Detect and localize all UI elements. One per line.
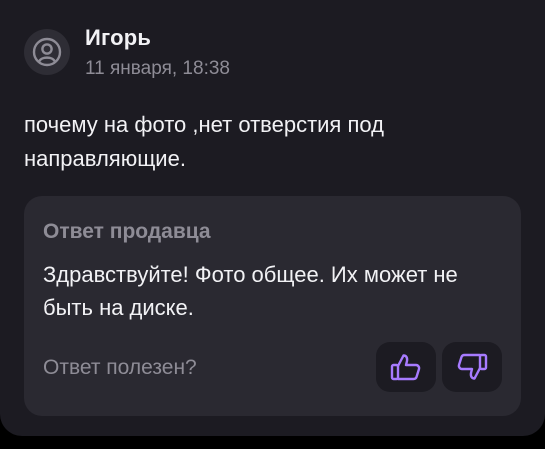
seller-reply-title: Ответ продавца xyxy=(43,220,211,243)
review-card: Игорь 11 января, 18:38 почему на фото ,н… xyxy=(0,0,545,436)
helpful-question: Ответ полезен? xyxy=(43,356,197,379)
user-avatar-icon xyxy=(32,37,62,67)
review-text: почему на фото ,нет отверстия под направ… xyxy=(24,112,384,171)
review-date: 11 января, 18:38 xyxy=(85,58,230,79)
dislike-button[interactable] xyxy=(442,342,502,392)
thumbs-down-icon xyxy=(457,353,488,380)
thumbs-up-icon xyxy=(390,354,421,381)
like-button[interactable] xyxy=(376,342,436,392)
seller-reply: Ответ продавца Здравствуйте! Фото общее.… xyxy=(24,196,521,416)
review-author: Игорь xyxy=(85,25,152,50)
avatar xyxy=(24,29,70,75)
seller-reply-text: Здравствуйте! Фото общее. Их может не бы… xyxy=(43,262,458,320)
